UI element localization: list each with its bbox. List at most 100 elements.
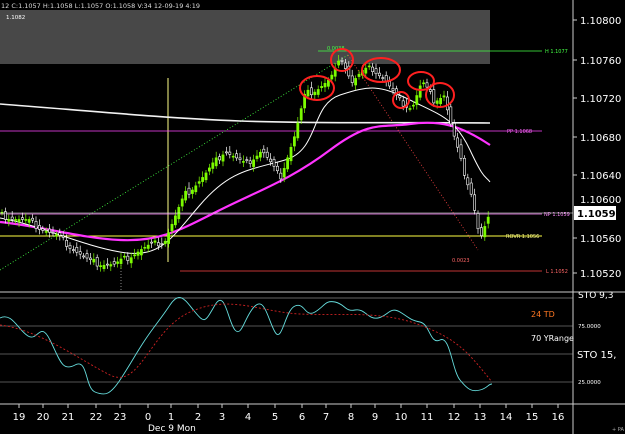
candle-body: [364, 67, 368, 74]
candle-body: [109, 264, 113, 267]
candle-body: [92, 258, 96, 263]
time-tick-label: 7: [323, 412, 329, 423]
candle-body: [102, 264, 106, 269]
candle-body: [408, 108, 412, 110]
candle-body: [411, 104, 415, 107]
price-tick-label: 1.10560: [580, 234, 621, 245]
time-tick-label: 13: [474, 412, 487, 423]
candle-body: [174, 215, 177, 226]
candle-body: [473, 194, 477, 211]
candle-body: [85, 253, 89, 259]
candle-body: [75, 247, 79, 253]
time-tick-label: 6: [299, 412, 305, 423]
candle-body: [146, 244, 150, 249]
candle-body: [381, 77, 385, 79]
candle-body: [367, 65, 371, 68]
candle-body: [439, 98, 443, 105]
candle-body: [418, 85, 422, 98]
candle-body: [10, 216, 14, 220]
candle-body: [116, 261, 120, 264]
candle-body: [486, 216, 490, 224]
time-tick-label: 10: [395, 412, 408, 423]
candle-body: [456, 137, 460, 148]
candle-body: [252, 159, 256, 167]
candle-body: [255, 155, 259, 159]
candle-body: [51, 232, 55, 234]
candle-body: [388, 81, 392, 87]
candle-body: [299, 108, 303, 121]
candle-body: [313, 91, 317, 96]
candle-body: [221, 154, 225, 162]
candle-body: [282, 168, 286, 178]
td-label: 24 TD: [531, 310, 555, 319]
candle-body: [160, 243, 164, 245]
candle-body: [292, 136, 296, 147]
candle-body: [466, 177, 470, 186]
candle-body: [14, 219, 18, 221]
candle-body: [459, 144, 463, 159]
candle-body: [309, 87, 313, 96]
candle-body: [37, 225, 41, 230]
candle-body: [150, 241, 154, 244]
candle-body: [140, 249, 143, 256]
candle-body: [354, 78, 358, 86]
header-info: 12 C:1.1057 H:1.1058 L:1.1057 O:1.1058 V…: [1, 2, 200, 10]
current-price: 1.10590: [577, 209, 623, 220]
candle-body: [163, 240, 167, 244]
candle-body: [391, 88, 395, 91]
time-tick-label: 15: [526, 412, 539, 423]
candle-body: [258, 151, 262, 158]
level-25-label: 25.0000: [578, 380, 601, 386]
time-tick-label: 3: [219, 412, 225, 423]
candle-body: [432, 89, 436, 104]
candle-body: [377, 72, 381, 77]
candle-body: [330, 74, 334, 80]
time-tick-label: 0: [145, 412, 151, 423]
candle-body: [214, 157, 218, 167]
price-tick-label: 1.10600: [580, 195, 621, 206]
candle-body: [153, 240, 157, 243]
candle-body: [211, 162, 215, 169]
main-stoch-label: STO 9,3: [578, 291, 613, 301]
candle-body: [452, 123, 456, 137]
indicator-stoch-label: STO 15,: [577, 350, 616, 361]
time-tick-label: 2: [195, 412, 201, 423]
low-marker-label: 0.0023: [452, 258, 470, 264]
candle-body: [99, 265, 103, 267]
low-level-label: L 1.1052: [546, 269, 568, 275]
candle-body: [65, 240, 69, 247]
candle-body: [398, 95, 402, 99]
candle-body: [54, 234, 58, 237]
candle-body: [340, 60, 344, 62]
price-tick-label: 1.10720: [580, 94, 621, 105]
time-tick-label: 8: [348, 412, 354, 423]
candle-body: [89, 257, 92, 260]
candle-body: [95, 257, 99, 267]
candle-body: [157, 242, 160, 247]
previous-day-range-shade: [0, 10, 490, 64]
candle-body: [479, 227, 483, 237]
candle-body: [231, 155, 235, 158]
candle-body: [320, 86, 324, 88]
candle-body: [469, 182, 473, 195]
candle-body: [483, 226, 487, 238]
candle-body: [435, 100, 439, 104]
candle-body: [197, 181, 201, 184]
time-tick-label: 19: [13, 412, 26, 423]
candle-body: [24, 219, 28, 221]
candle-body: [218, 156, 222, 161]
candle-body: [306, 89, 310, 97]
candle-body: [82, 255, 86, 258]
candle-body: [269, 158, 273, 163]
candle-body: [136, 251, 140, 256]
price-tick-label: 1.10520: [580, 269, 621, 280]
candle-body: [357, 73, 361, 77]
candle-body: [58, 232, 62, 236]
candle-body: [428, 89, 432, 92]
candle-body: [476, 213, 480, 230]
candle-body: [201, 177, 205, 182]
candle-body: [350, 75, 354, 83]
candle-body: [119, 258, 123, 264]
time-tick-label: 21: [62, 412, 75, 423]
candle-body: [27, 219, 31, 223]
